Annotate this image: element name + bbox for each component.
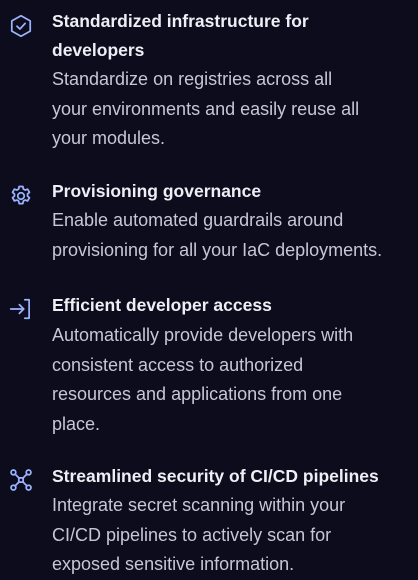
network-nodes-icon [8, 467, 34, 493]
feature-description: Integrate secret scanning within your CI… [52, 495, 346, 574]
feature-title: Streamlined security of CI/CD pipelines [52, 466, 379, 486]
feature-cicd-security: Streamlined security of CI/CD pipelines … [0, 0, 418, 574]
